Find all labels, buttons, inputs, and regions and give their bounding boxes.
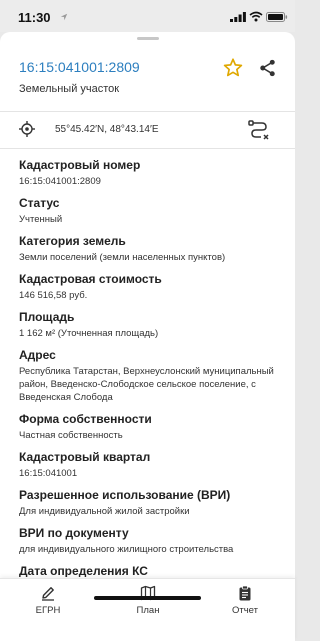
share-icon[interactable] — [258, 58, 277, 78]
field-valuation-date: Дата определения КС — [19, 563, 289, 577]
field-label: Площадь — [19, 310, 75, 324]
nav-egrn[interactable]: ЕГРН — [13, 585, 83, 616]
bottom-nav: ЕГРН План Отчет — [0, 578, 295, 641]
field-value: Учтенный — [19, 214, 63, 225]
field-permitted-use: Разрешенное использование (ВРИ) Для инди… — [19, 487, 289, 518]
field-value: Частная собственность — [19, 430, 123, 441]
field-value: 16:15:041001 — [19, 468, 78, 479]
field-permitted-use-document: ВРИ по документу для индивидуального жил… — [19, 525, 289, 556]
cadastral-number-title: 16:15:041001:2809 — [19, 59, 140, 75]
sheet-grabber[interactable] — [137, 37, 159, 40]
field-label: Кадастровый квартал — [19, 450, 151, 464]
field-value: Республика Татарстан, Верхнеуслонский му… — [19, 366, 274, 403]
route-icon[interactable] — [247, 119, 271, 141]
location-arrow-icon — [60, 13, 68, 21]
wifi-icon — [249, 11, 263, 22]
coordinates-text[interactable]: 55°45.42′N, 48°43.14′E — [55, 124, 159, 135]
nav-label: Отчет — [231, 605, 258, 616]
home-indicator[interactable] — [94, 596, 201, 600]
field-label: ВРИ по документу — [19, 526, 129, 540]
field-value: 146 516,58 руб. — [19, 290, 88, 301]
property-fields: Кадастровый номер 16:15:041001:2809 Стат… — [19, 157, 289, 577]
clipboard-icon — [239, 585, 251, 601]
field-label: Форма собственности — [19, 412, 152, 426]
field-value: 1 162 м² (Уточненная площадь) — [19, 328, 159, 339]
location-target-icon[interactable] — [19, 121, 35, 137]
cellular-signal-icon — [230, 12, 246, 22]
field-address: Адрес Республика Татарстан, Верхнеуслонс… — [19, 347, 289, 404]
field-label: Разрешенное использование (ВРИ) — [19, 488, 231, 502]
field-label: Кадастровая стоимость — [19, 272, 162, 286]
field-label: Кадастровый номер — [19, 158, 141, 172]
field-land-category: Категория земель Земли поселений (земли … — [19, 233, 289, 264]
object-type: Земельный участок — [19, 83, 120, 95]
divider — [0, 148, 295, 149]
field-cadastral-value: Кадастровая стоимость 146 516,58 руб. — [19, 271, 289, 302]
details-sheet: 16:15:041001:2809 Земельный участок 55°4… — [0, 32, 295, 641]
nav-plan[interactable]: План — [113, 585, 183, 616]
field-ownership-form: Форма собственности Частная собственност… — [19, 411, 289, 442]
status-time: 11:30 — [18, 10, 51, 25]
nav-label: План — [136, 605, 160, 616]
field-cadastral-quarter: Кадастровый квартал 16:15:041001 — [19, 449, 289, 480]
star-icon[interactable] — [222, 57, 244, 79]
field-value: 16:15:041001:2809 — [19, 176, 101, 187]
field-area: Площадь 1 162 м² (Уточненная площадь) — [19, 309, 289, 340]
field-label: Категория земель — [19, 234, 126, 248]
battery-icon — [266, 12, 288, 22]
field-value: для индивидуального жилищного строительс… — [19, 544, 234, 555]
field-value: Земли поселений (земли населенных пункто… — [19, 252, 226, 263]
field-label: Адрес — [19, 348, 56, 362]
nav-label: ЕГРН — [35, 605, 61, 616]
pencil-icon — [42, 587, 54, 601]
field-label: Дата определения КС — [19, 564, 148, 577]
field-value: Для индивидуальной жилой застройки — [19, 506, 190, 517]
field-label: Статус — [19, 196, 60, 210]
divider — [0, 111, 295, 112]
field-status: Статус Учтенный — [19, 195, 289, 226]
field-cadastral-number: Кадастровый номер 16:15:041001:2809 — [19, 157, 289, 188]
nav-report[interactable]: Отчет — [210, 585, 280, 616]
status-bar: 11:30 — [0, 0, 295, 32]
